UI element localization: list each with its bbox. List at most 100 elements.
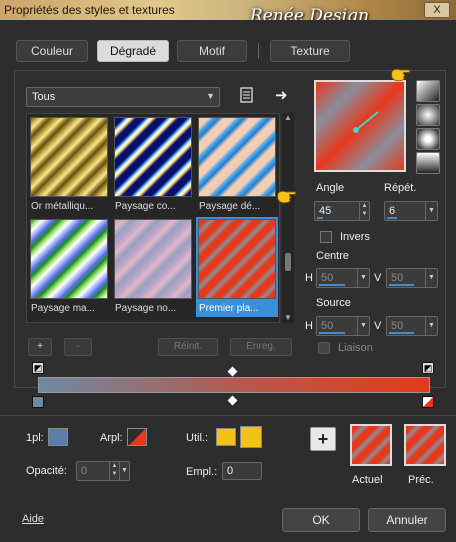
chevron-down-icon: ▼ bbox=[206, 91, 215, 101]
sunburst-style-button[interactable] bbox=[416, 152, 440, 174]
angle-label: Angle bbox=[316, 182, 345, 194]
add-gradient-button[interactable]: + bbox=[28, 338, 52, 356]
radial-style-button[interactable] bbox=[416, 128, 440, 150]
chevron-down-icon[interactable]: ▼ bbox=[425, 202, 437, 220]
gradient-editor-bar[interactable] bbox=[38, 377, 430, 393]
linear-style-button[interactable] bbox=[416, 80, 440, 102]
close-button[interactable]: X bbox=[424, 2, 450, 18]
reset-button[interactable]: Réinit. bbox=[158, 338, 218, 356]
angle-level-bar bbox=[317, 217, 323, 219]
end-color-stop[interactable] bbox=[422, 396, 434, 408]
source-h-value: 50 bbox=[321, 320, 334, 332]
source-v-stepper[interactable]: 50 ▼ bbox=[386, 316, 438, 336]
save-button[interactable]: Enreg. bbox=[230, 338, 292, 356]
list-item[interactable]: Paysage co... bbox=[112, 115, 194, 215]
center-v-label: V bbox=[374, 272, 382, 284]
opacity-stepper[interactable]: 0 ▲ ▼ ▼ bbox=[76, 461, 130, 481]
list-item-label: Paysage no... bbox=[115, 303, 177, 314]
tab-couleur[interactable]: Couleur bbox=[16, 40, 88, 62]
rectangular-style-button[interactable] bbox=[416, 104, 440, 126]
invert-checkbox[interactable] bbox=[320, 231, 332, 243]
category-dropdown[interactable]: Tous ▼ bbox=[26, 87, 220, 107]
angle-value: 45 bbox=[319, 205, 332, 217]
opacity-label: Opacité: bbox=[26, 465, 67, 477]
title-bar: Propriétés des styles et textures Renée … bbox=[0, 0, 456, 26]
scroll-up-icon[interactable]: ▲ bbox=[282, 113, 294, 123]
center-label: Centre bbox=[316, 250, 350, 262]
list-item[interactable]: Or métalliqu... bbox=[28, 115, 110, 215]
tab-texture[interactable]: Texture bbox=[270, 40, 350, 62]
pointing-hand-icon bbox=[277, 190, 297, 204]
foreground-swatch[interactable] bbox=[48, 428, 68, 446]
source-label: Source bbox=[316, 297, 351, 309]
center-h-value: 50 bbox=[321, 272, 334, 284]
list-item-label: Paysage dé... bbox=[199, 201, 261, 212]
scroll-down-icon[interactable]: ▼ bbox=[282, 313, 294, 323]
angle-stepper[interactable]: 45 ▲ ▼ bbox=[314, 201, 370, 221]
pointing-hand-icon bbox=[391, 68, 411, 82]
list-item[interactable]: Paysage dé... bbox=[196, 115, 278, 215]
cancel-button[interactable]: Annuler bbox=[368, 508, 446, 532]
arrow-right-icon[interactable]: ➜ bbox=[275, 86, 288, 104]
center-v-stepper[interactable]: 50 ▼ bbox=[386, 268, 438, 288]
center-h-stepper[interactable]: 50 ▼ bbox=[316, 268, 370, 288]
invert-label: Invers bbox=[340, 231, 370, 243]
list-item-label: Paysage ma... bbox=[31, 303, 95, 314]
grid-scrollbar[interactable]: ▲ ▼ bbox=[282, 113, 294, 323]
chevron-down-icon[interactable]: ▼ bbox=[357, 269, 369, 287]
repeat-value: 6 bbox=[389, 205, 396, 217]
scroll-thumb[interactable] bbox=[285, 253, 291, 271]
chevron-down-icon[interactable]: ▼ bbox=[357, 317, 369, 335]
source-v-level-bar bbox=[389, 332, 414, 334]
util-swatch-large[interactable] bbox=[240, 426, 262, 448]
empl-label: Empl.: bbox=[186, 466, 218, 478]
empl-value: 0 bbox=[227, 465, 234, 477]
list-item-label: Premier pla... bbox=[199, 303, 259, 314]
green-blue-stripes-swatch bbox=[30, 219, 108, 299]
list-item-label: Paysage co... bbox=[115, 201, 176, 212]
center-h-label: H bbox=[305, 272, 313, 284]
color-stop-marker[interactable]: ◩ bbox=[32, 362, 44, 374]
list-item[interactable]: Paysage no... bbox=[112, 217, 194, 317]
color-stop-marker[interactable]: ◩ bbox=[422, 362, 434, 374]
center-v-level-bar bbox=[389, 284, 414, 286]
background-label: Arpl: bbox=[100, 432, 123, 444]
stepper-arrows-icon[interactable]: ▲ ▼ bbox=[359, 202, 369, 220]
center-v-value: 50 bbox=[391, 272, 404, 284]
source-h-label: H bbox=[305, 320, 313, 332]
mauve-stripes-swatch bbox=[114, 219, 192, 299]
list-item[interactable]: Paysage ma... bbox=[28, 217, 110, 317]
help-link[interactable]: Aide bbox=[22, 513, 44, 525]
add-swatch-button[interactable]: + bbox=[310, 427, 336, 451]
source-h-stepper[interactable]: 50 ▼ bbox=[316, 316, 370, 336]
link-checkbox[interactable] bbox=[318, 342, 330, 354]
current-label: Actuel bbox=[352, 474, 383, 486]
remove-gradient-button[interactable]: - bbox=[64, 338, 92, 356]
gradient-grid: Or métalliqu... Paysage co... Paysage dé… bbox=[26, 113, 280, 323]
chevron-down-icon[interactable]: ▼ bbox=[425, 269, 437, 287]
list-item-label: Or métalliqu... bbox=[31, 201, 94, 212]
util-label: Util.: bbox=[186, 432, 208, 444]
source-v-value: 50 bbox=[391, 320, 404, 332]
background-swatch[interactable] bbox=[127, 428, 147, 446]
chevron-down-icon[interactable]: ▼ bbox=[119, 462, 129, 480]
source-v-label: V bbox=[374, 320, 382, 332]
current-swatch[interactable] bbox=[350, 424, 392, 466]
list-item[interactable]: Premier pla... bbox=[196, 217, 278, 317]
chevron-down-icon[interactable]: ▼ bbox=[425, 317, 437, 335]
repeat-stepper[interactable]: 6 ▼ bbox=[384, 201, 438, 221]
window-title: Propriétés des styles et textures bbox=[4, 3, 175, 17]
center-h-level-bar bbox=[319, 284, 345, 286]
util-swatch-small[interactable] bbox=[216, 428, 236, 446]
previous-swatch[interactable] bbox=[404, 424, 446, 466]
tab-motif[interactable]: Motif bbox=[177, 40, 247, 62]
document-icon[interactable] bbox=[240, 87, 254, 103]
opacity-value: 0 bbox=[81, 465, 88, 477]
tab-degrade[interactable]: Dégradé bbox=[97, 40, 169, 62]
ok-button[interactable]: OK bbox=[282, 508, 360, 532]
gold-stripes-swatch bbox=[30, 117, 108, 197]
start-color-stop[interactable] bbox=[32, 396, 44, 408]
gradient-preview[interactable] bbox=[314, 80, 406, 172]
stepper-arrows-icon[interactable]: ▲ ▼ bbox=[109, 462, 119, 480]
empl-field[interactable]: 0 bbox=[222, 462, 262, 480]
